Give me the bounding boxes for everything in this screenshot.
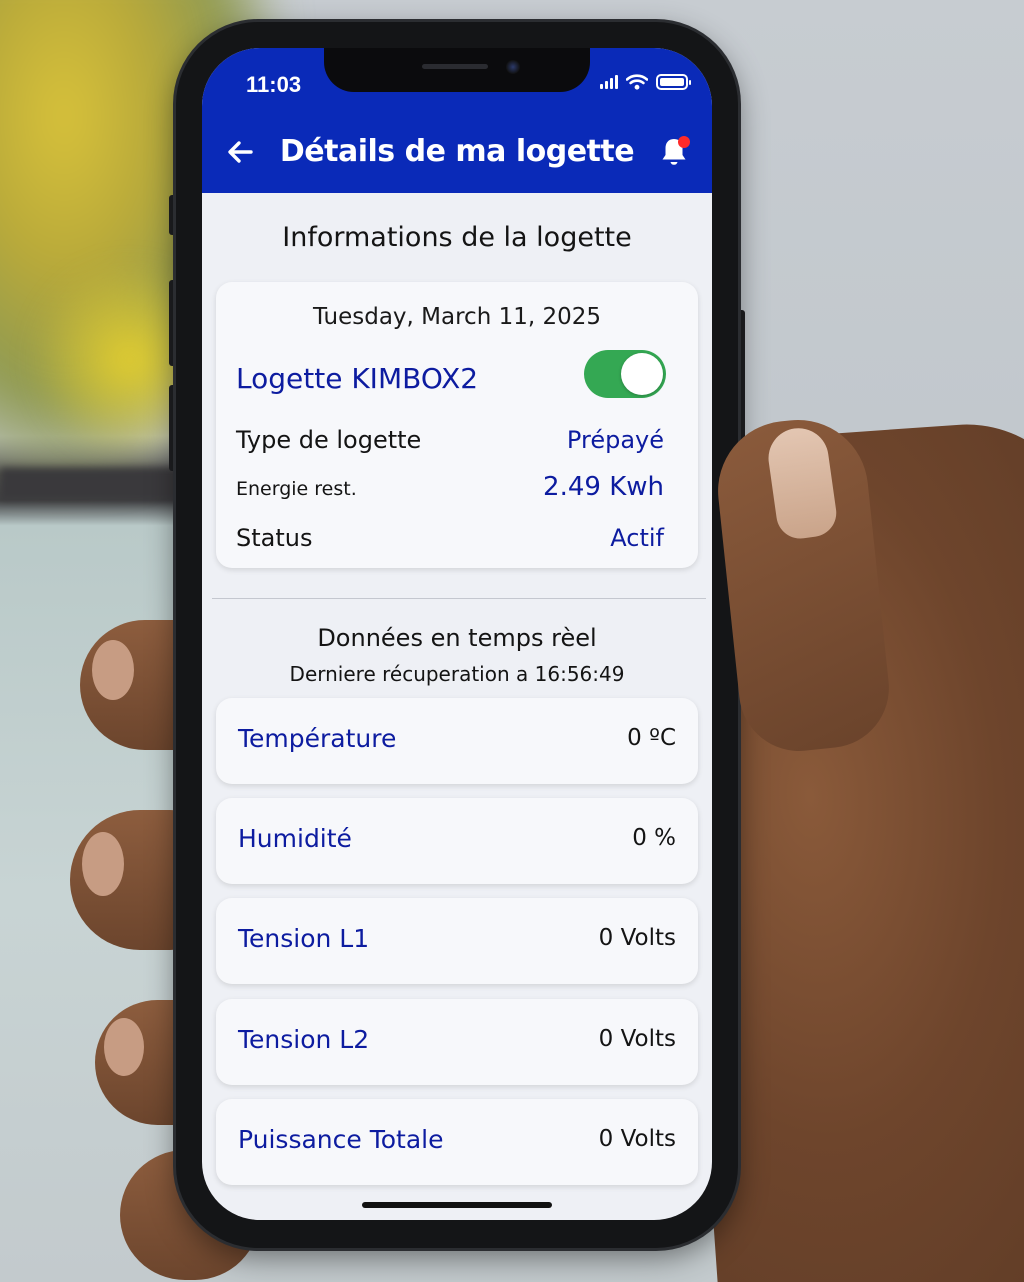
- info-section-title: Informations de la logette: [282, 222, 632, 253]
- metric-card-total-power: Puissance Totale 0 Volts: [216, 1099, 698, 1185]
- arrow-left-icon: [228, 141, 253, 163]
- metric-card-humidity: Humidité 0 %: [216, 798, 698, 884]
- metric-card-tension-l2: Tension L2 0 Volts: [216, 999, 698, 1085]
- wifi-icon: [626, 74, 648, 90]
- status-time: 11:03: [246, 72, 302, 97]
- energy-value: 2.49 Kwh: [543, 472, 664, 502]
- type-label: Type de logette: [236, 426, 422, 454]
- metric-card-tension-l1: Tension L1 0 Volts: [216, 898, 698, 984]
- front-camera: [506, 60, 520, 74]
- power-button: [737, 310, 745, 440]
- cellular-signal-icon: [600, 75, 618, 89]
- status-label: Status: [236, 524, 313, 552]
- home-indicator[interactable]: [362, 1202, 552, 1208]
- logette-power-toggle[interactable]: [584, 350, 666, 398]
- logette-name: Logette KIMBOX2: [236, 362, 479, 395]
- metric-label: Puissance Totale: [238, 1125, 444, 1154]
- back-button[interactable]: [222, 134, 258, 170]
- realtime-section-title: Données en temps rèel: [317, 624, 597, 652]
- notifications-button[interactable]: [654, 132, 694, 172]
- earpiece-speaker: [422, 64, 488, 69]
- section-divider: [212, 598, 706, 599]
- battery-icon: [656, 74, 691, 90]
- metric-value: 0 %: [632, 825, 676, 851]
- current-date: Tuesday, March 11, 2025: [312, 304, 602, 330]
- last-update-text: Derniere récuperation a 16:56:49: [289, 662, 625, 686]
- metric-card-temperature: Température 0 ºC: [216, 698, 698, 784]
- energy-label: Energie rest.: [236, 478, 357, 500]
- page-title: Détails de ma logette: [279, 134, 635, 169]
- metric-value: 0 Volts: [598, 925, 676, 951]
- fingernail: [82, 832, 124, 896]
- fingernail: [92, 640, 134, 700]
- toggle-knob: [621, 353, 663, 395]
- type-value: Prépayé: [566, 426, 664, 454]
- logette-info-card: Tuesday, March 11, 2025 Logette KIMBOX2 …: [216, 282, 698, 568]
- fingernail: [104, 1018, 144, 1076]
- metric-value: 0 Volts: [598, 1026, 676, 1052]
- status-value: Actif: [610, 524, 664, 552]
- metric-value: 0 ºC: [627, 725, 676, 751]
- status-icons: [600, 74, 691, 90]
- phone-screen: 11:03 Détails de ma logette Informations…: [202, 48, 712, 1220]
- metric-label: Tension L2: [238, 1025, 370, 1054]
- metric-label: Tension L1: [238, 924, 370, 953]
- phone-notch: [324, 48, 590, 92]
- metric-label: Humidité: [238, 824, 352, 853]
- metric-label: Température: [238, 724, 397, 753]
- metric-value: 0 Volts: [598, 1126, 676, 1152]
- notification-badge: [678, 136, 690, 148]
